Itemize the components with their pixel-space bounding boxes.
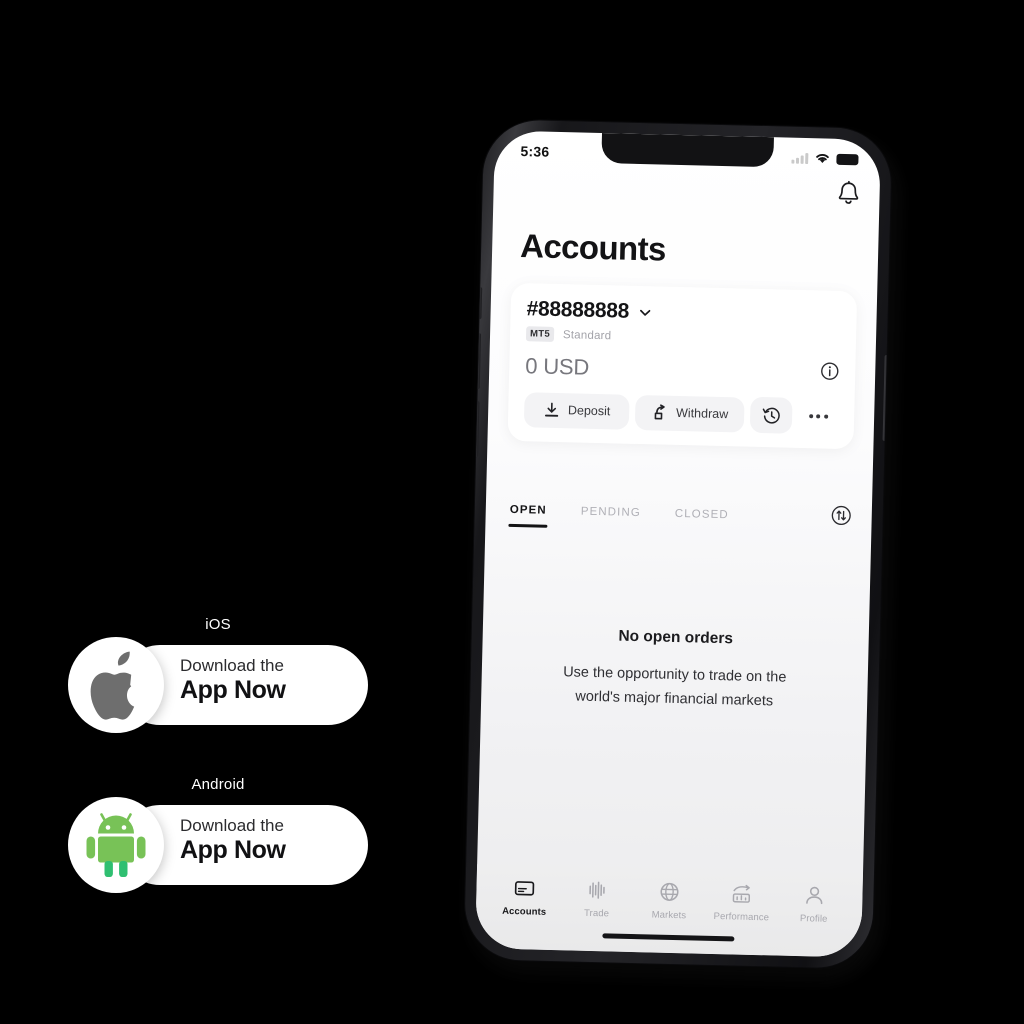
chevron-down-icon: [640, 309, 651, 316]
empty-state-title: No open orders: [618, 627, 734, 648]
nav-item-markets[interactable]: Markets: [633, 880, 706, 922]
card-icon: [515, 881, 535, 896]
account-balance: 0 USD: [525, 353, 590, 380]
volume-up-button[interactable]: [475, 333, 482, 390]
balance-row: 0 USD: [525, 353, 840, 387]
account-number: #88888888: [526, 297, 630, 323]
nav-label-performance: Performance: [713, 910, 770, 924]
phone-mockup: 5:36 Accounts #88888888 MT5 Standard 0 U…: [463, 119, 898, 980]
account-meta: MT5 Standard: [525, 326, 840, 349]
android-label: Android: [191, 776, 245, 793]
account-selector[interactable]: #88888888: [526, 297, 840, 329]
notifications-button[interactable]: [835, 179, 862, 213]
orders-tabs: OPEN PENDING CLOSED: [509, 497, 852, 541]
download-icon: [544, 402, 558, 417]
withdraw-label: Withdraw: [675, 405, 729, 422]
phone-screen: 5:36 Accounts #88888888 MT5 Standard 0 U…: [475, 130, 881, 958]
balance-info-button[interactable]: [820, 361, 840, 385]
history-button[interactable]: [749, 396, 793, 434]
more-options-button[interactable]: [798, 398, 839, 435]
account-type: Standard: [562, 328, 612, 342]
more-horizontal-icon: [816, 414, 821, 419]
tab-closed[interactable]: CLOSED: [674, 507, 729, 531]
signal-icon: [791, 152, 809, 164]
ios-badge-text: Download the App Now: [180, 655, 360, 705]
more-horizontal-icon: [808, 414, 813, 419]
battery-icon: [836, 153, 859, 165]
upload-share-icon: [654, 403, 665, 420]
deposit-label: Deposit: [567, 403, 611, 419]
account-actions: Deposit Withdraw: [523, 391, 839, 435]
ios-badge[interactable]: Download the App Now: [68, 637, 368, 733]
nav-item-performance[interactable]: Performance: [705, 882, 778, 924]
ios-badge-line-1: Download the: [180, 656, 284, 675]
android-badge[interactable]: Download the App Now: [68, 797, 368, 893]
status-bar: 5:36: [494, 130, 881, 173]
deposit-button[interactable]: Deposit: [523, 391, 630, 430]
nav-label-trade: Trade: [583, 907, 610, 920]
person-icon: [805, 886, 823, 905]
ios-label: iOS: [205, 616, 231, 633]
history-clock-icon: [762, 407, 780, 424]
android-download-badge[interactable]: Android Download the App Now: [68, 776, 368, 893]
nav-label-profile: Profile: [799, 913, 828, 925]
status-icons: [791, 152, 859, 166]
android-badge-line-1: Download the: [180, 816, 284, 835]
silent-switch[interactable]: [477, 287, 483, 320]
platform-badge: MT5: [525, 326, 555, 342]
bottom-navigation: Accounts Trade Markets Performance Profi…: [475, 864, 864, 958]
empty-state: No open orders Use the opportunity to tr…: [507, 625, 843, 716]
volume-down-button[interactable]: [474, 401, 480, 458]
android-badge-line-2: App Now: [180, 836, 286, 865]
wifi-icon: [816, 154, 829, 164]
ios-badge-circle: [68, 637, 164, 733]
bar-chart-trend-icon: [733, 884, 751, 903]
phone-body: 5:36 Accounts #88888888 MT5 Standard 0 U…: [463, 119, 893, 969]
android-robot-icon: [86, 813, 146, 877]
sort-arrows-icon: [831, 505, 851, 526]
nav-item-profile[interactable]: Profile: [777, 884, 850, 926]
sort-button[interactable]: [830, 505, 852, 532]
ios-download-badge[interactable]: iOS Download the App Now: [68, 616, 368, 733]
info-icon: [821, 362, 839, 380]
ios-badge-line-2: App Now: [180, 676, 286, 705]
empty-state-subtitle: Use the opportunity to trade on the worl…: [507, 659, 842, 716]
bell-icon: [838, 180, 859, 204]
apple-logo-icon: [90, 651, 135, 720]
nav-label-accounts: Accounts: [501, 905, 547, 918]
globe-icon: [660, 882, 679, 901]
nav-label-markets: Markets: [651, 909, 687, 922]
nav-item-trade[interactable]: Trade: [560, 878, 633, 920]
android-badge-text: Download the App Now: [180, 815, 360, 865]
more-horizontal-icon: [823, 414, 828, 419]
status-time: 5:36: [520, 143, 550, 160]
android-badge-circle: [68, 797, 164, 893]
tab-open[interactable]: OPEN: [509, 503, 547, 527]
tab-pending[interactable]: PENDING: [580, 505, 641, 529]
withdraw-button[interactable]: Withdraw: [634, 394, 745, 433]
nav-item-accounts[interactable]: Accounts: [488, 876, 561, 918]
candlestick-icon: [588, 881, 605, 899]
account-card[interactable]: #88888888 MT5 Standard 0 USD Deposit Wit…: [507, 282, 858, 450]
page-title: Accounts: [519, 227, 667, 268]
